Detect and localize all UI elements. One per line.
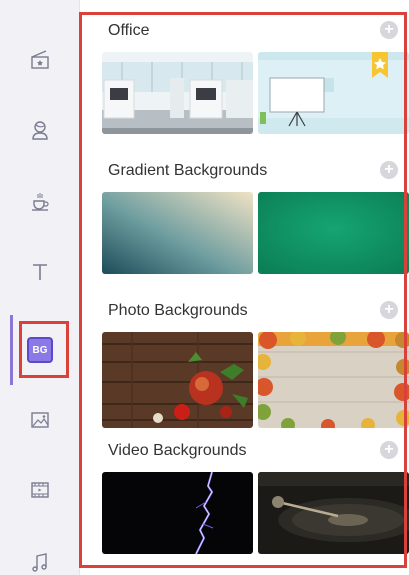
scene-tab[interactable] [0, 24, 80, 94]
backgrounds-icon: BG [27, 337, 53, 363]
video-tab[interactable] [0, 455, 80, 525]
image-icon [31, 412, 49, 428]
section-title: Photo Backgrounds [108, 302, 248, 319]
thumb-gradient-teal[interactable] [102, 192, 253, 274]
coffee-icon [32, 193, 49, 211]
character-icon [32, 121, 48, 140]
thumb-photo-leaves-frame[interactable] [258, 332, 409, 428]
music-icon [32, 553, 47, 572]
add-button[interactable]: + [380, 21, 398, 39]
scene-icon [31, 50, 49, 69]
add-button[interactable]: + [380, 161, 398, 179]
backgrounds-panel: Office + Gradient Backgrounds + Photo Ba… [90, 0, 409, 575]
thumb-video-lightning[interactable] [102, 472, 253, 554]
add-button[interactable]: + [380, 301, 398, 319]
thumb-photo-food-wood[interactable] [102, 332, 253, 428]
video-icon [31, 482, 49, 498]
section-title: Office [108, 22, 150, 39]
music-tab[interactable] [0, 528, 80, 575]
thumb-office-room[interactable] [102, 52, 253, 134]
text-icon [33, 264, 47, 280]
section-title: Video Backgrounds [108, 442, 247, 459]
props-tab[interactable] [0, 166, 80, 236]
character-tab[interactable] [0, 95, 80, 165]
image-tab[interactable] [0, 385, 80, 455]
thumb-office-whiteboard[interactable] [258, 52, 409, 134]
section-title: Gradient Backgrounds [108, 162, 268, 179]
thumb-gradient-green[interactable] [258, 192, 409, 274]
text-tab[interactable] [0, 237, 80, 307]
backgrounds-tab[interactable]: BG [0, 315, 80, 385]
add-button[interactable]: + [380, 441, 398, 459]
thumb-video-turntable[interactable] [258, 472, 409, 554]
asset-sidebar: BG [0, 0, 80, 575]
